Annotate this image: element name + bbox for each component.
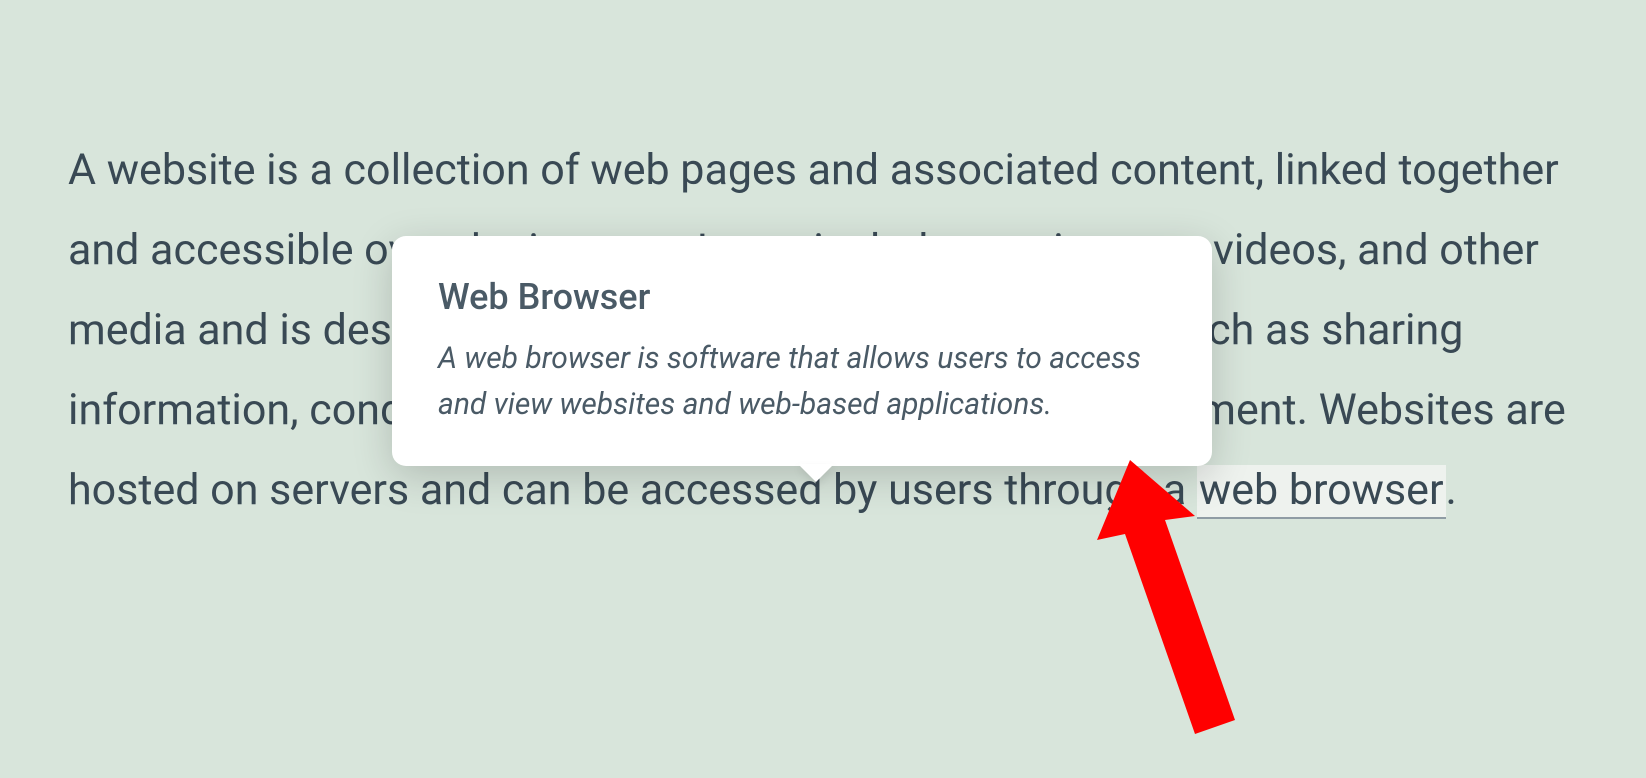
popover-body: A web browser is software that allows us… [438,336,1166,428]
popover-title: Web Browser [438,276,1166,318]
glossary-term-web-browser[interactable]: web browser [1197,465,1446,519]
glossary-popover: Web Browser A web browser is software th… [392,236,1212,466]
popover-arrow-icon [798,464,834,482]
paragraph-text-after: . [1446,465,1457,515]
